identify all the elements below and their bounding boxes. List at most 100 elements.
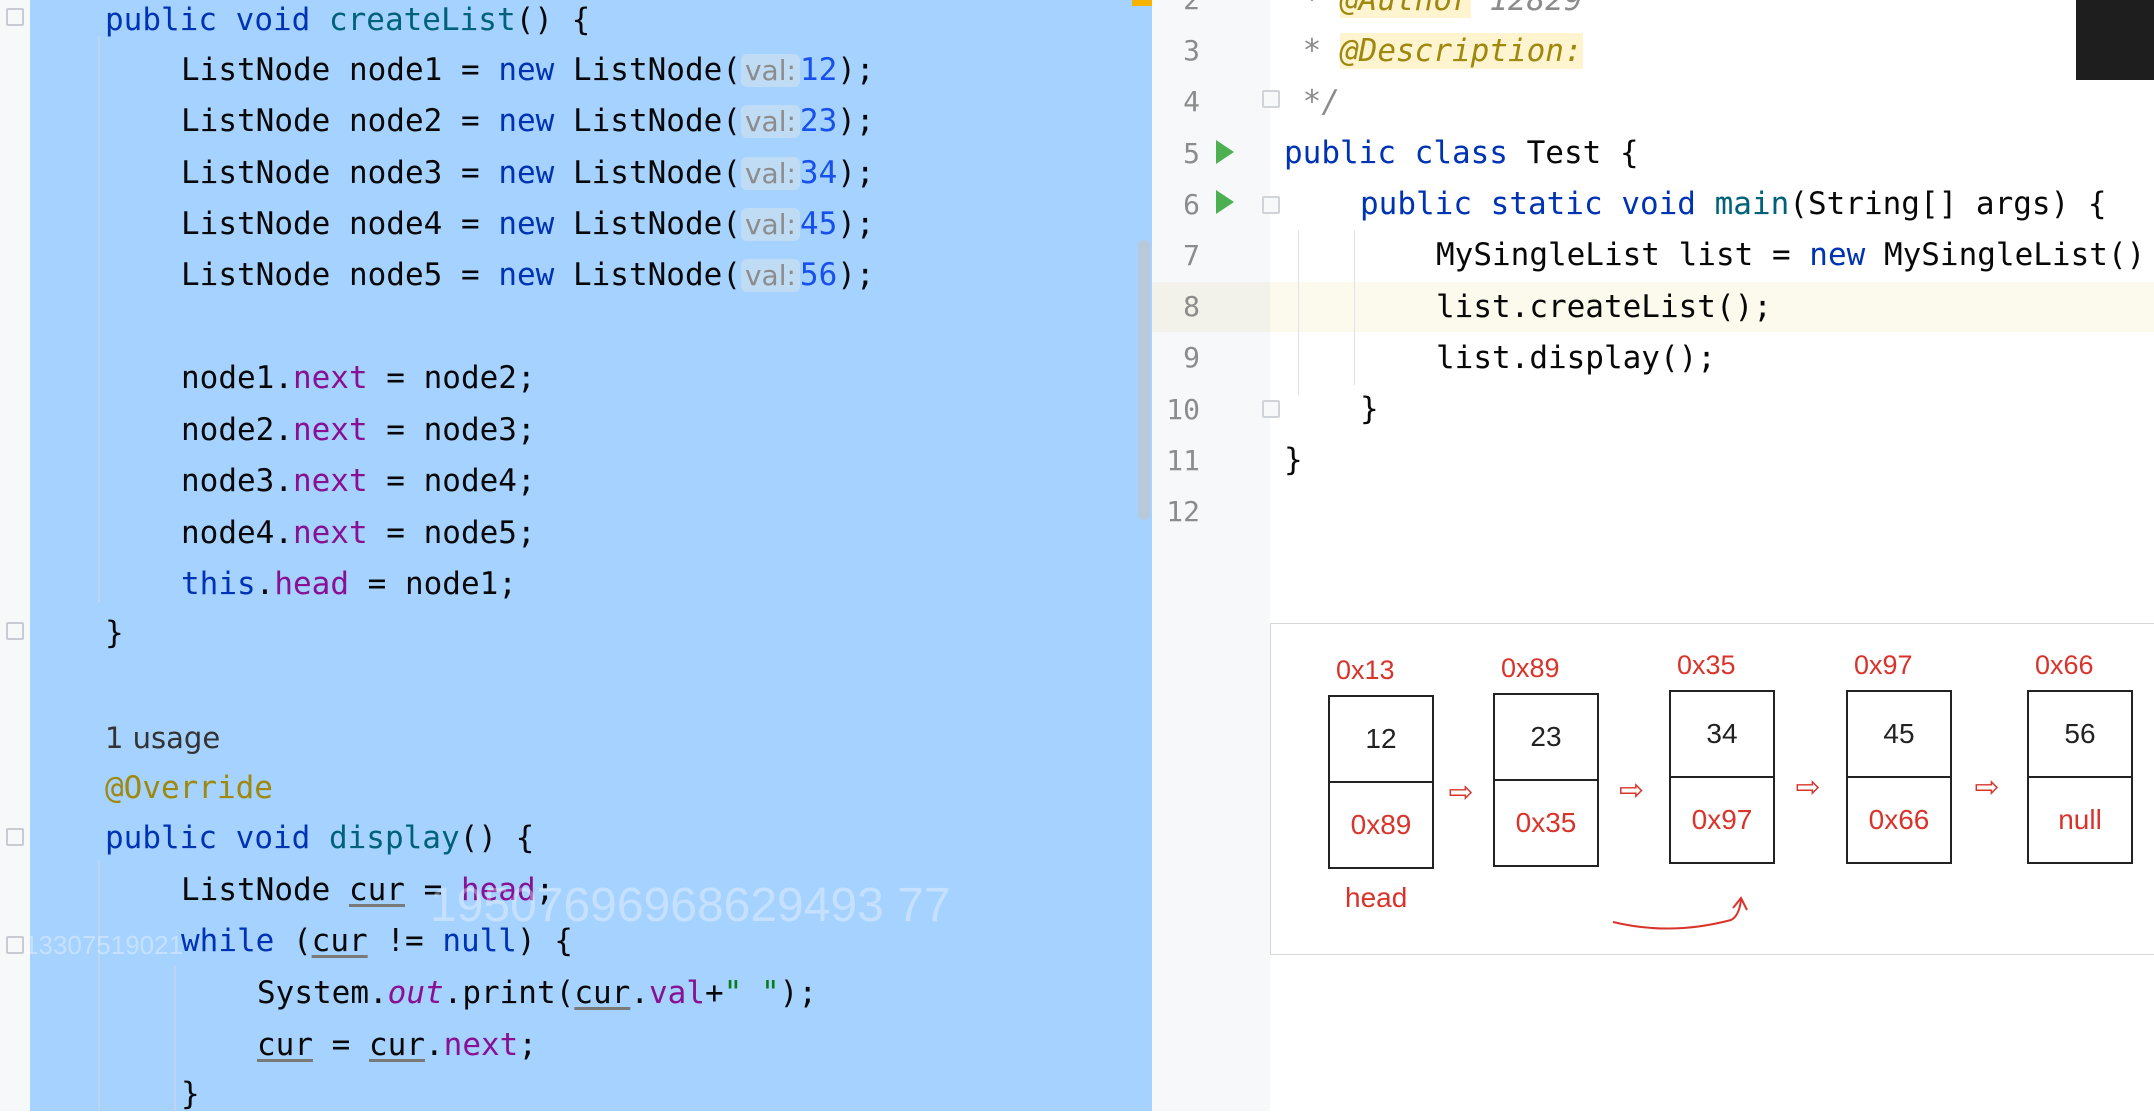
- fold-marker-icon[interactable]: [6, 622, 24, 640]
- code-text: .print(: [443, 975, 575, 1011]
- code-line-create-list[interactable]: list.createList();: [1436, 282, 1772, 332]
- keyword: this: [181, 566, 256, 602]
- code-line-comment-end[interactable]: */: [1284, 77, 1340, 127]
- code-text: ListNode(: [572, 103, 741, 140]
- curved-arrow: [1612, 896, 1748, 930]
- code-line-main[interactable]: public static void main(String[] args) {: [1360, 179, 2107, 229]
- keyword: new: [1809, 237, 1866, 273]
- vertical-scrollbar[interactable]: [1138, 240, 1150, 520]
- fold-marker-icon[interactable]: [1262, 400, 1280, 418]
- linked-list-diagram: 0x13 12 0x89 ⇨ 0x89 23 0x35 ⇨ 0x35 34 0x97 ⇨ 0x97 45 0…: [1270, 623, 2154, 955]
- usage-hint[interactable]: 1 usage: [105, 713, 220, 763]
- code-text: System.: [257, 975, 388, 1011]
- fold-marker-icon[interactable]: [6, 828, 24, 846]
- number-literal: 45: [799, 205, 838, 242]
- number-literal: 56: [799, 257, 838, 294]
- code-text: = node1;: [348, 566, 517, 602]
- code-line-method-signature[interactable]: public void createList() {: [105, 0, 590, 45]
- code-line-node-decl[interactable]: ListNode node5 = new ListNode(val: 56);: [181, 250, 875, 300]
- code-text: );: [837, 52, 875, 88]
- fold-marker-icon[interactable]: [1262, 196, 1280, 214]
- field-name: next: [292, 463, 368, 499]
- code-text: ListNode: [181, 205, 331, 242]
- line-number: 5: [1183, 136, 1200, 170]
- code-line-display[interactable]: list.display();: [1436, 333, 1716, 383]
- code-text: +: [704, 975, 724, 1011]
- code-line-cur-assign[interactable]: cur = cur.next;: [257, 1020, 537, 1070]
- method-name: main: [1714, 186, 1790, 222]
- keyword: public: [1360, 186, 1472, 222]
- line-number: 2: [1150, 0, 1200, 25]
- variable: cur: [257, 1027, 313, 1063]
- code-text: =: [442, 257, 499, 294]
- code-text: =: [313, 1027, 369, 1063]
- indent-guide: [174, 966, 176, 1111]
- code-text: (: [274, 923, 312, 959]
- code-line-annotation[interactable]: @Override: [105, 763, 273, 813]
- code-text: ListNode: [181, 257, 331, 294]
- code-line-print[interactable]: System.out.print(cur.val+" ");: [257, 968, 817, 1018]
- code-line-head-assign[interactable]: this.head = node1;: [181, 559, 517, 609]
- code-text: );: [837, 257, 875, 294]
- code-line-node-decl[interactable]: ListNode node3 = new ListNode(val: 34);: [181, 148, 875, 198]
- code-text: () {: [459, 820, 535, 856]
- code-text: );: [779, 975, 817, 1011]
- run-icon[interactable]: [1216, 140, 1234, 164]
- keyword: public: [1284, 135, 1396, 171]
- number-literal: 23: [799, 103, 838, 140]
- variable: cur: [574, 975, 631, 1011]
- javadoc-tag: @Description:: [1340, 33, 1583, 69]
- indent-guide: [1298, 230, 1299, 395]
- javadoc-tag: @Author: [1340, 0, 1471, 18]
- parameter-hint: val:: [740, 156, 800, 190]
- line-number: 7: [1183, 239, 1200, 272]
- indent-guide: [98, 36, 100, 602]
- keyword: void: [235, 820, 311, 856]
- field-name: next: [292, 514, 368, 551]
- code-text: ListNode(: [572, 257, 741, 294]
- code-line-link[interactable]: node4.next = node5;: [181, 508, 536, 558]
- code-line-description[interactable]: * @Description:: [1284, 26, 1583, 76]
- code-text: =: [442, 52, 499, 88]
- fold-marker-icon[interactable]: [6, 8, 24, 26]
- code-text: ListNode: [181, 154, 331, 191]
- code-text: node4.: [181, 514, 293, 551]
- parameter-hint: val:: [740, 105, 800, 139]
- avatar: [2076, 0, 2154, 80]
- code-line-new-list[interactable]: MySingleList list = new MySingleList(): [1436, 230, 2145, 280]
- keyword: static: [1490, 186, 1603, 222]
- code-text: = node4;: [367, 463, 536, 499]
- watermark: 13307519021: [24, 930, 184, 960]
- code-text: node3.: [181, 463, 293, 499]
- code-text: ListNode(: [572, 52, 741, 88]
- code-line-close-brace[interactable]: }: [105, 608, 124, 658]
- code-text: ListNode(: [572, 205, 741, 242]
- code-text: =: [442, 205, 499, 242]
- run-icon[interactable]: [1216, 190, 1234, 214]
- code-line-close-brace[interactable]: }: [181, 1069, 200, 1119]
- variable: node2: [348, 103, 443, 140]
- code-line-link[interactable]: node2.next = node3;: [181, 405, 536, 455]
- code-line-node-decl[interactable]: ListNode node1 = new ListNode(val: 12);: [181, 45, 875, 95]
- code-line-close-brace[interactable]: }: [1284, 435, 1303, 485]
- keyword: void: [1621, 186, 1696, 222]
- fold-marker-icon[interactable]: [1262, 90, 1280, 108]
- field-name: next: [292, 360, 368, 396]
- code-text: .: [630, 975, 649, 1011]
- keyword: new: [498, 154, 555, 191]
- keyword: class: [1414, 135, 1508, 171]
- code-line-class[interactable]: public class Test {: [1284, 128, 1639, 178]
- string-literal: " ": [723, 975, 780, 1011]
- code-line-node-decl[interactable]: ListNode node4 = new ListNode(val: 45);: [181, 199, 875, 249]
- line-number: 6: [1183, 187, 1200, 221]
- code-text: node2.: [181, 411, 293, 448]
- indent-guide: [98, 860, 100, 1111]
- code-line-author[interactable]: * @Author 12829: [1284, 0, 1583, 25]
- code-line-method-signature[interactable]: public void display() {: [105, 813, 534, 863]
- code-line-link[interactable]: node3.next = node4;: [181, 456, 536, 506]
- code-line-close-brace[interactable]: }: [1360, 384, 1379, 434]
- fold-marker-icon[interactable]: [6, 936, 24, 954]
- code-line-node-decl[interactable]: ListNode node2 = new ListNode(val: 23);: [181, 96, 875, 146]
- code-line-link[interactable]: node1.next = node2;: [181, 353, 536, 403]
- line-number: 12: [1166, 495, 1200, 528]
